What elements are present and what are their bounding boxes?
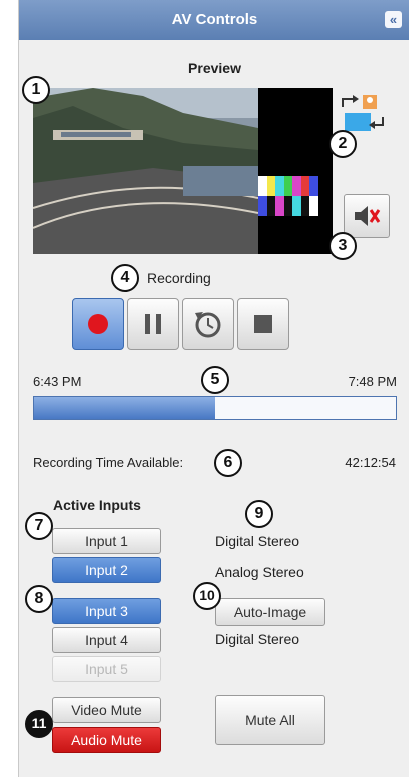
input-1-button[interactable]: Input 1 [52,528,161,554]
audio-mute-button[interactable]: Audio Mute [52,727,161,753]
input-3-button[interactable]: Input 3 [52,598,161,624]
active-inputs-heading: Active Inputs [53,497,141,513]
pause-button[interactable] [127,298,179,350]
input-5-button: Input 5 [52,656,161,682]
callout-marker: 7 [25,512,53,540]
callout-marker: 3 [329,232,357,260]
input-4-button[interactable]: Input 4 [52,627,161,653]
speaker-mute-button[interactable] [344,194,390,238]
video-scene-image [33,88,259,254]
callout-marker: 10 [193,582,221,610]
resume-button[interactable] [182,298,234,350]
swap-display-icon[interactable] [339,93,387,135]
input-1-audio-label: Digital Stereo [215,533,300,549]
time-available-value: 42:12:54 [345,455,396,470]
time-end: 7:48 PM [348,374,397,389]
callout-marker: 8 [25,585,53,613]
video-preview [33,88,333,254]
pause-icon [145,314,161,334]
record-button[interactable] [72,298,124,350]
mute-all-button[interactable]: Mute All [215,695,325,745]
stop-button[interactable] [237,298,289,350]
input-2-button[interactable]: Input 2 [52,557,161,583]
time-start: 6:43 PM [33,374,82,389]
callout-marker: 2 [329,130,357,158]
color-bars-image [258,176,318,216]
callout-marker: 11 [25,710,53,738]
callout-marker: 9 [245,500,273,528]
stop-icon [254,315,272,333]
callout-marker: 6 [214,449,242,477]
callout-marker: 4 [111,264,139,292]
record-icon [88,314,108,334]
title-bar: AV Controls « [19,0,409,40]
input-2-audio-label: Analog Stereo [215,564,304,580]
time-available-label: Recording Time Available: [33,455,184,470]
callout-marker: 5 [201,366,229,394]
video-mute-button[interactable]: Video Mute [52,697,161,723]
auto-image-button[interactable]: Auto-Image [215,598,325,626]
speaker-muted-icon [355,206,381,226]
recording-progress-bar [33,396,397,420]
preview-label: Preview [188,60,241,76]
recording-progress-fill [34,397,215,419]
panel-title: AV Controls [171,11,258,28]
collapse-button[interactable]: « [385,11,402,28]
clock-arrow-icon [195,312,221,338]
input-4-audio-label: Digital Stereo [215,631,300,647]
callout-marker: 1 [22,76,50,104]
recording-status: Recording [147,270,211,286]
